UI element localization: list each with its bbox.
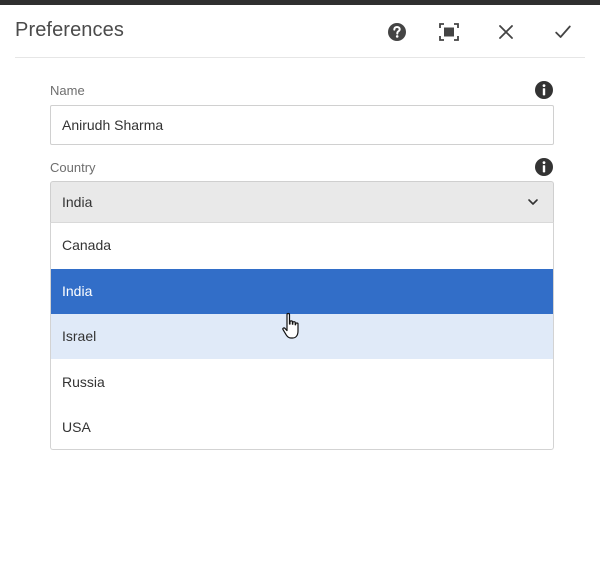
chevron-down-icon [528,199,538,205]
option-label: Russia [62,374,105,390]
help-button[interactable] [385,20,409,44]
country-option-india[interactable]: India [51,269,553,314]
help-circle-icon [388,23,406,41]
country-option-usa[interactable]: USA [51,405,553,449]
name-label: Name [50,83,85,98]
country-option-canada[interactable]: Canada [51,223,553,268]
dialog-header: Preferences [0,5,600,57]
country-label: Country [50,160,96,175]
country-select[interactable]: India [50,181,554,222]
info-icon[interactable] [534,80,554,100]
info-icon[interactable] [534,157,554,177]
fullscreen-button[interactable] [437,20,461,44]
header-divider [15,57,585,58]
option-label: Israel [62,328,97,344]
country-selected-value: India [62,194,93,210]
close-icon [499,25,513,39]
close-button[interactable] [494,20,518,44]
preferences-dialog: Preferences Name Anirudh Sharma Country … [0,5,600,576]
option-label: India [62,283,93,299]
country-option-israel[interactable]: Israel [51,314,553,359]
country-options-list: Canada India Israel Russia USA [50,222,554,450]
done-button[interactable] [551,20,575,44]
dialog-title: Preferences [15,19,124,41]
option-label: Canada [62,237,112,253]
fullscreen-icon [439,23,459,41]
country-option-russia[interactable]: Russia [51,360,553,405]
checkmark-icon [555,25,571,38]
option-label: USA [62,419,91,435]
name-input[interactable] [50,105,554,145]
